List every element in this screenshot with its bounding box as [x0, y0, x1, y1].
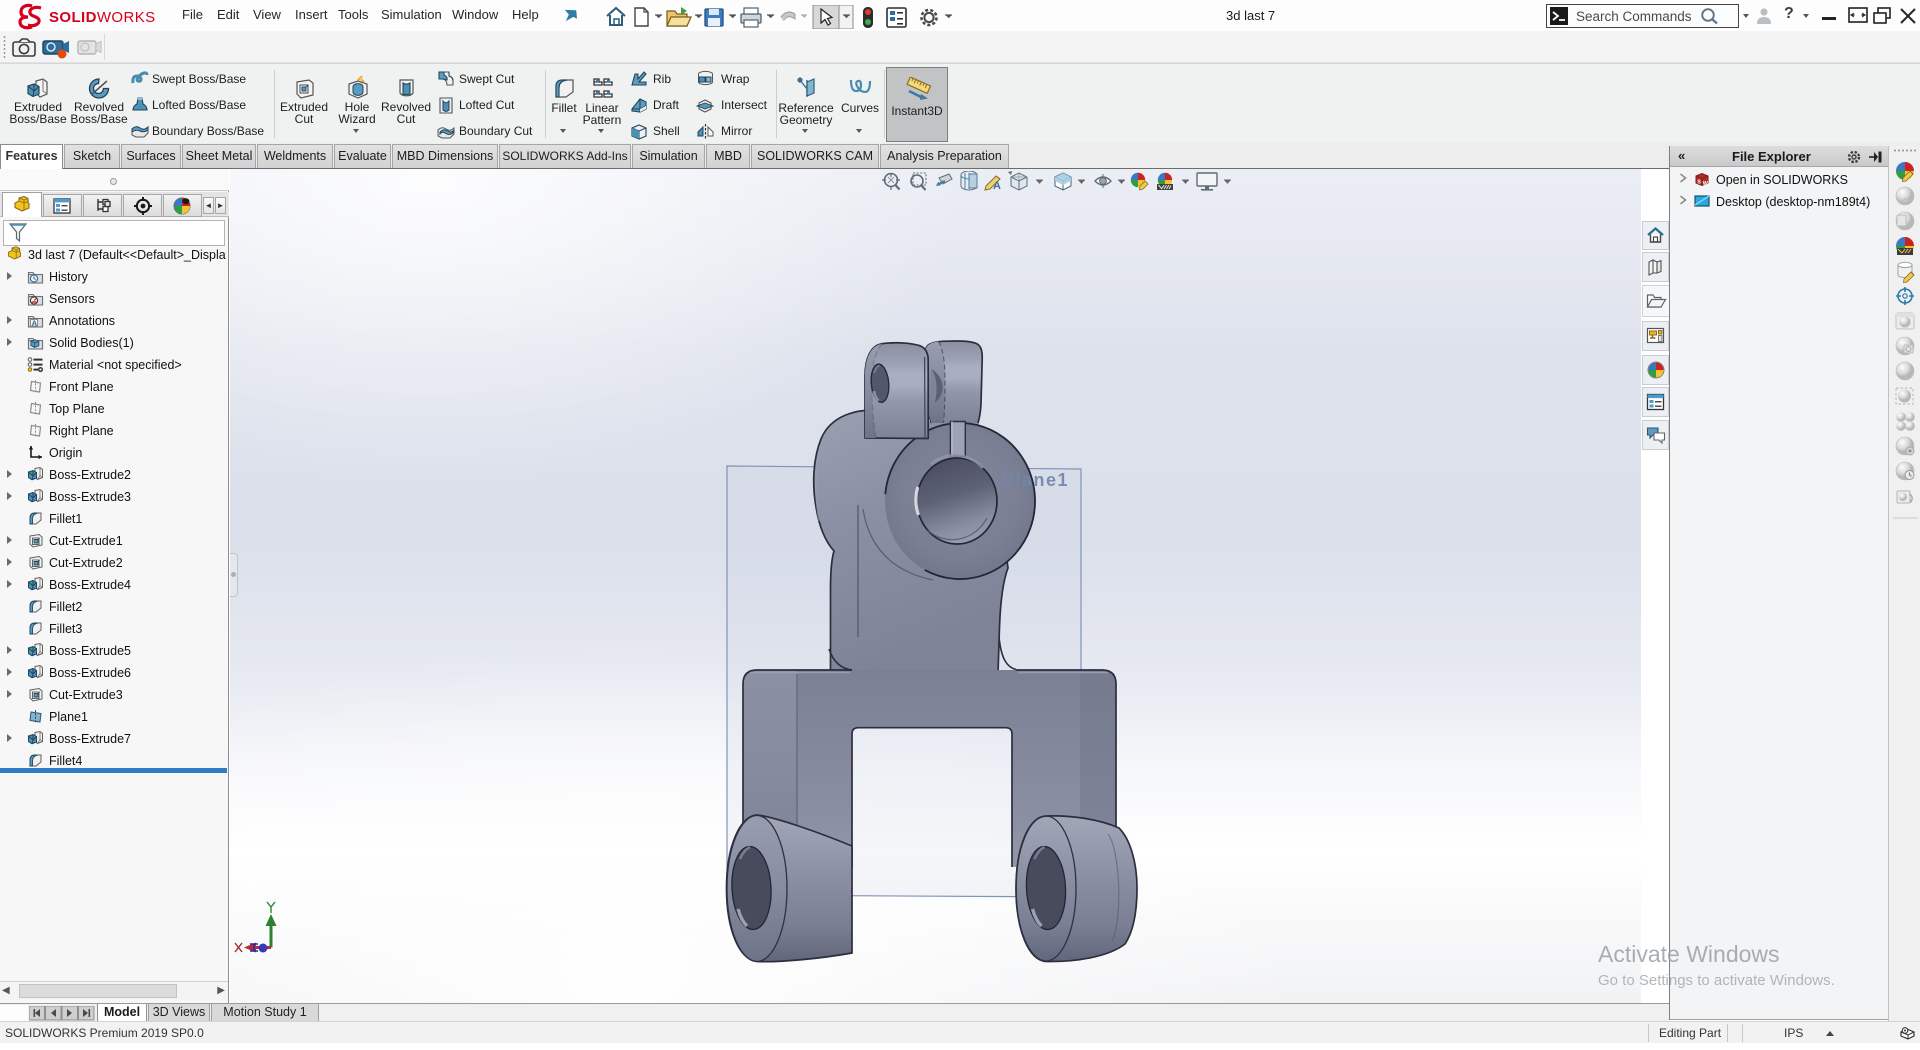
svg-text:S: S	[1697, 180, 1701, 186]
svg-text:A: A	[32, 318, 38, 327]
svg-text:Plane1: Plane1	[1002, 470, 1069, 490]
svg-text:W: W	[1703, 181, 1709, 187]
svg-text:SOLIDWORKS: SOLIDWORKS	[49, 9, 156, 26]
